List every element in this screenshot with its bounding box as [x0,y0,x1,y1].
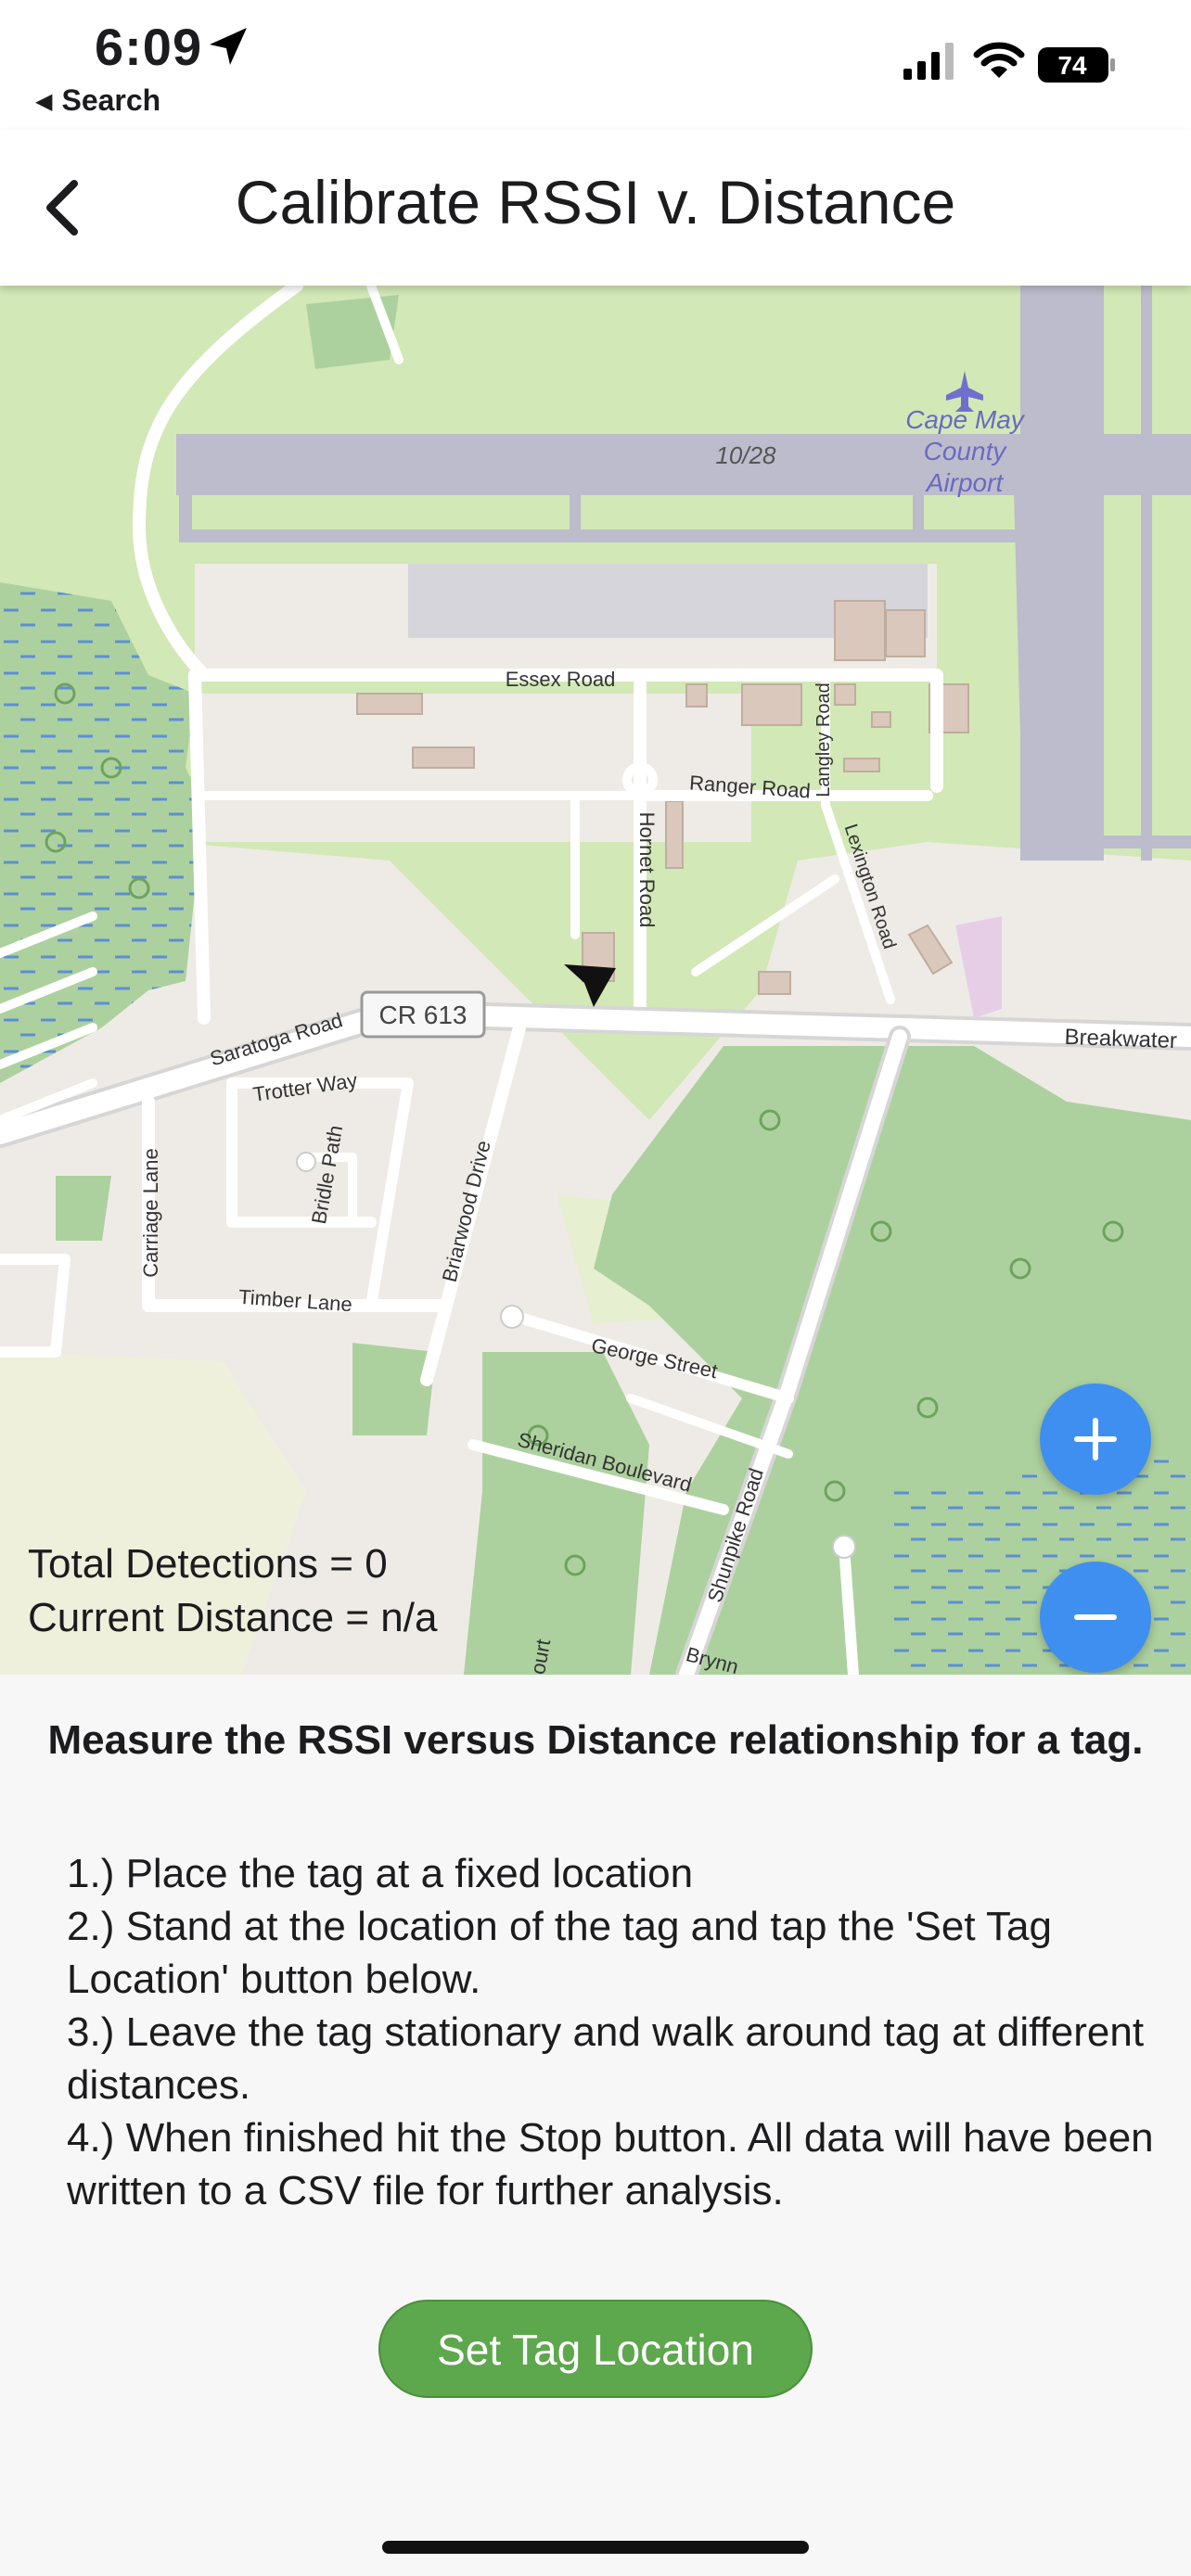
zoom-out-button[interactable] [1040,1562,1151,1673]
battery-level: 74 [1057,51,1087,80]
essex-road-label: Essex Road [506,668,616,691]
wifi-icon [973,42,1025,78]
instruction-step-4: 4.) When finished hit the Stop button. A… [67,2115,1154,2213]
minus-icon [1074,1614,1117,1620]
airport-label-1: Cape May [905,405,1026,434]
current-distance-text: Current Distance = n/a [28,1595,438,1640]
battery-icon: 74 [1038,47,1115,83]
instruction-step-1: 1.) Place the tag at a fixed location [67,1851,694,1896]
runway-label: 10/28 [715,441,776,469]
home-indicator[interactable] [382,2541,809,2554]
plus-icon [1074,1418,1117,1460]
airport-label-3: Airport [925,468,1005,497]
instruction-step-2: 2.) Stand at the location of the tag and… [67,1904,1052,2002]
total-detections-text: Total Detections = 0 [28,1541,388,1587]
cr613-label: CR 613 [379,1001,467,1029]
airport-label-2: County [924,437,1008,465]
back-triangle-icon: ◀ [35,89,53,114]
back-to-search-link[interactable]: ◀ Search [35,83,160,118]
status-time: 6:09 [95,18,203,76]
langley-road-label: Langley Road [813,682,834,797]
set-tag-location-button[interactable]: Set Tag Location [378,2300,813,2398]
map-view[interactable]: Cape May County Airport 10/28 Essex Road… [0,286,1191,1675]
instructions-title: Measure the RSSI versus Distance relatio… [47,1717,1144,1763]
instructions-panel: Measure the RSSI versus Distance relatio… [0,1675,1191,2576]
breakwater-label: Breakwater [1064,1025,1177,1053]
page-title: Calibrate RSSI v. Distance [235,168,956,236]
hornet-road-label: Hornet Road [635,812,659,928]
back-app-label: Search [61,83,161,117]
map-canvas[interactable]: Cape May County Airport 10/28 Essex Road… [0,286,1191,1675]
navigation-bar: Calibrate RSSI v. Distance [0,130,1191,286]
instruction-step-3: 3.) Leave the tag stationary and walk ar… [67,2009,1145,2108]
zoom-in-button[interactable] [1040,1384,1151,1495]
location-arrow-icon [210,28,247,65]
signal-icon [903,43,954,80]
carriage-lane-label: Carriage Lane [139,1148,162,1277]
status-bar: 6:09 ◀ Search 74 [0,0,1191,130]
